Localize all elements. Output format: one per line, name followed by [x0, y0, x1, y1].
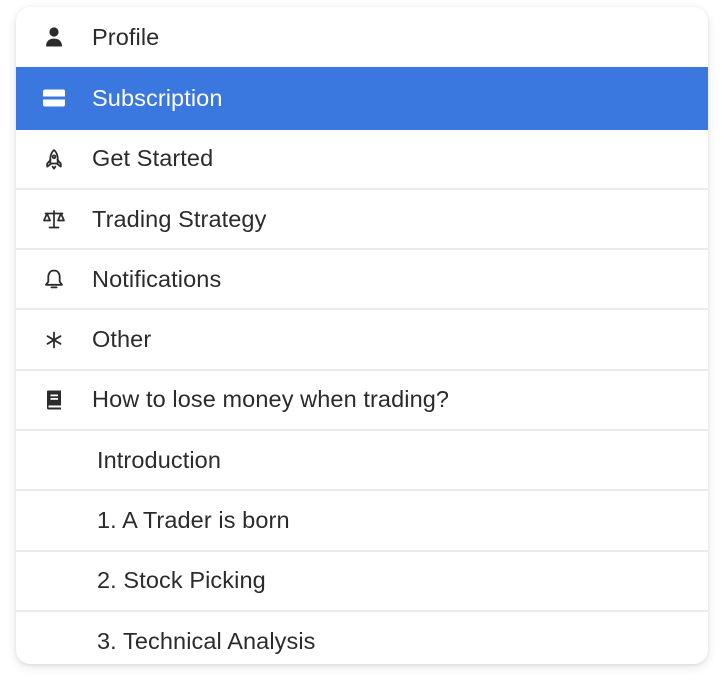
settings-menu: Profile Subscription Get Started Trading… — [16, 7, 708, 664]
bell-icon — [40, 265, 68, 293]
book-icon — [40, 386, 68, 414]
menu-item-label: 2. Stock Picking — [97, 567, 266, 594]
submenu-item-stock-picking[interactable]: 2. Stock Picking — [16, 549, 708, 610]
menu-item-profile[interactable]: Profile — [16, 7, 708, 67]
submenu-item-introduction[interactable]: Introduction — [16, 429, 708, 489]
menu-item-subscription[interactable]: Subscription — [16, 67, 708, 128]
menu-item-label: Other — [92, 326, 152, 353]
submenu-item-a-trader-is-born[interactable]: 1. A Trader is born — [16, 489, 708, 549]
menu-item-label: 1. A Trader is born — [97, 507, 290, 534]
menu-item-label: Subscription — [92, 84, 223, 111]
menu-item-how-to-lose-money[interactable]: How to lose money when trading? — [16, 368, 708, 429]
menu-item-label: Trading Strategy — [92, 205, 267, 232]
menu-item-other[interactable]: Other — [16, 308, 708, 368]
rocket-icon — [40, 145, 68, 173]
menu-item-label: Introduction — [97, 446, 222, 473]
menu-item-trading-strategy[interactable]: Trading Strategy — [16, 187, 708, 248]
credit-card-icon — [40, 84, 68, 112]
menu-item-label: Profile — [92, 23, 160, 50]
asterisk-icon — [40, 326, 68, 354]
menu-item-label: 3. Technical Analysis — [97, 627, 316, 654]
scale-icon — [40, 205, 68, 233]
menu-item-label: Notifications — [92, 265, 222, 292]
menu-item-label: How to lose money when trading? — [92, 386, 450, 413]
person-icon — [40, 23, 68, 51]
menu-item-notifications[interactable]: Notifications — [16, 248, 708, 308]
submenu-item-technical-analysis[interactable]: 3. Technical Analysis — [16, 609, 708, 664]
menu-item-label: Get Started — [92, 145, 214, 172]
menu-item-get-started[interactable]: Get Started — [16, 127, 708, 188]
